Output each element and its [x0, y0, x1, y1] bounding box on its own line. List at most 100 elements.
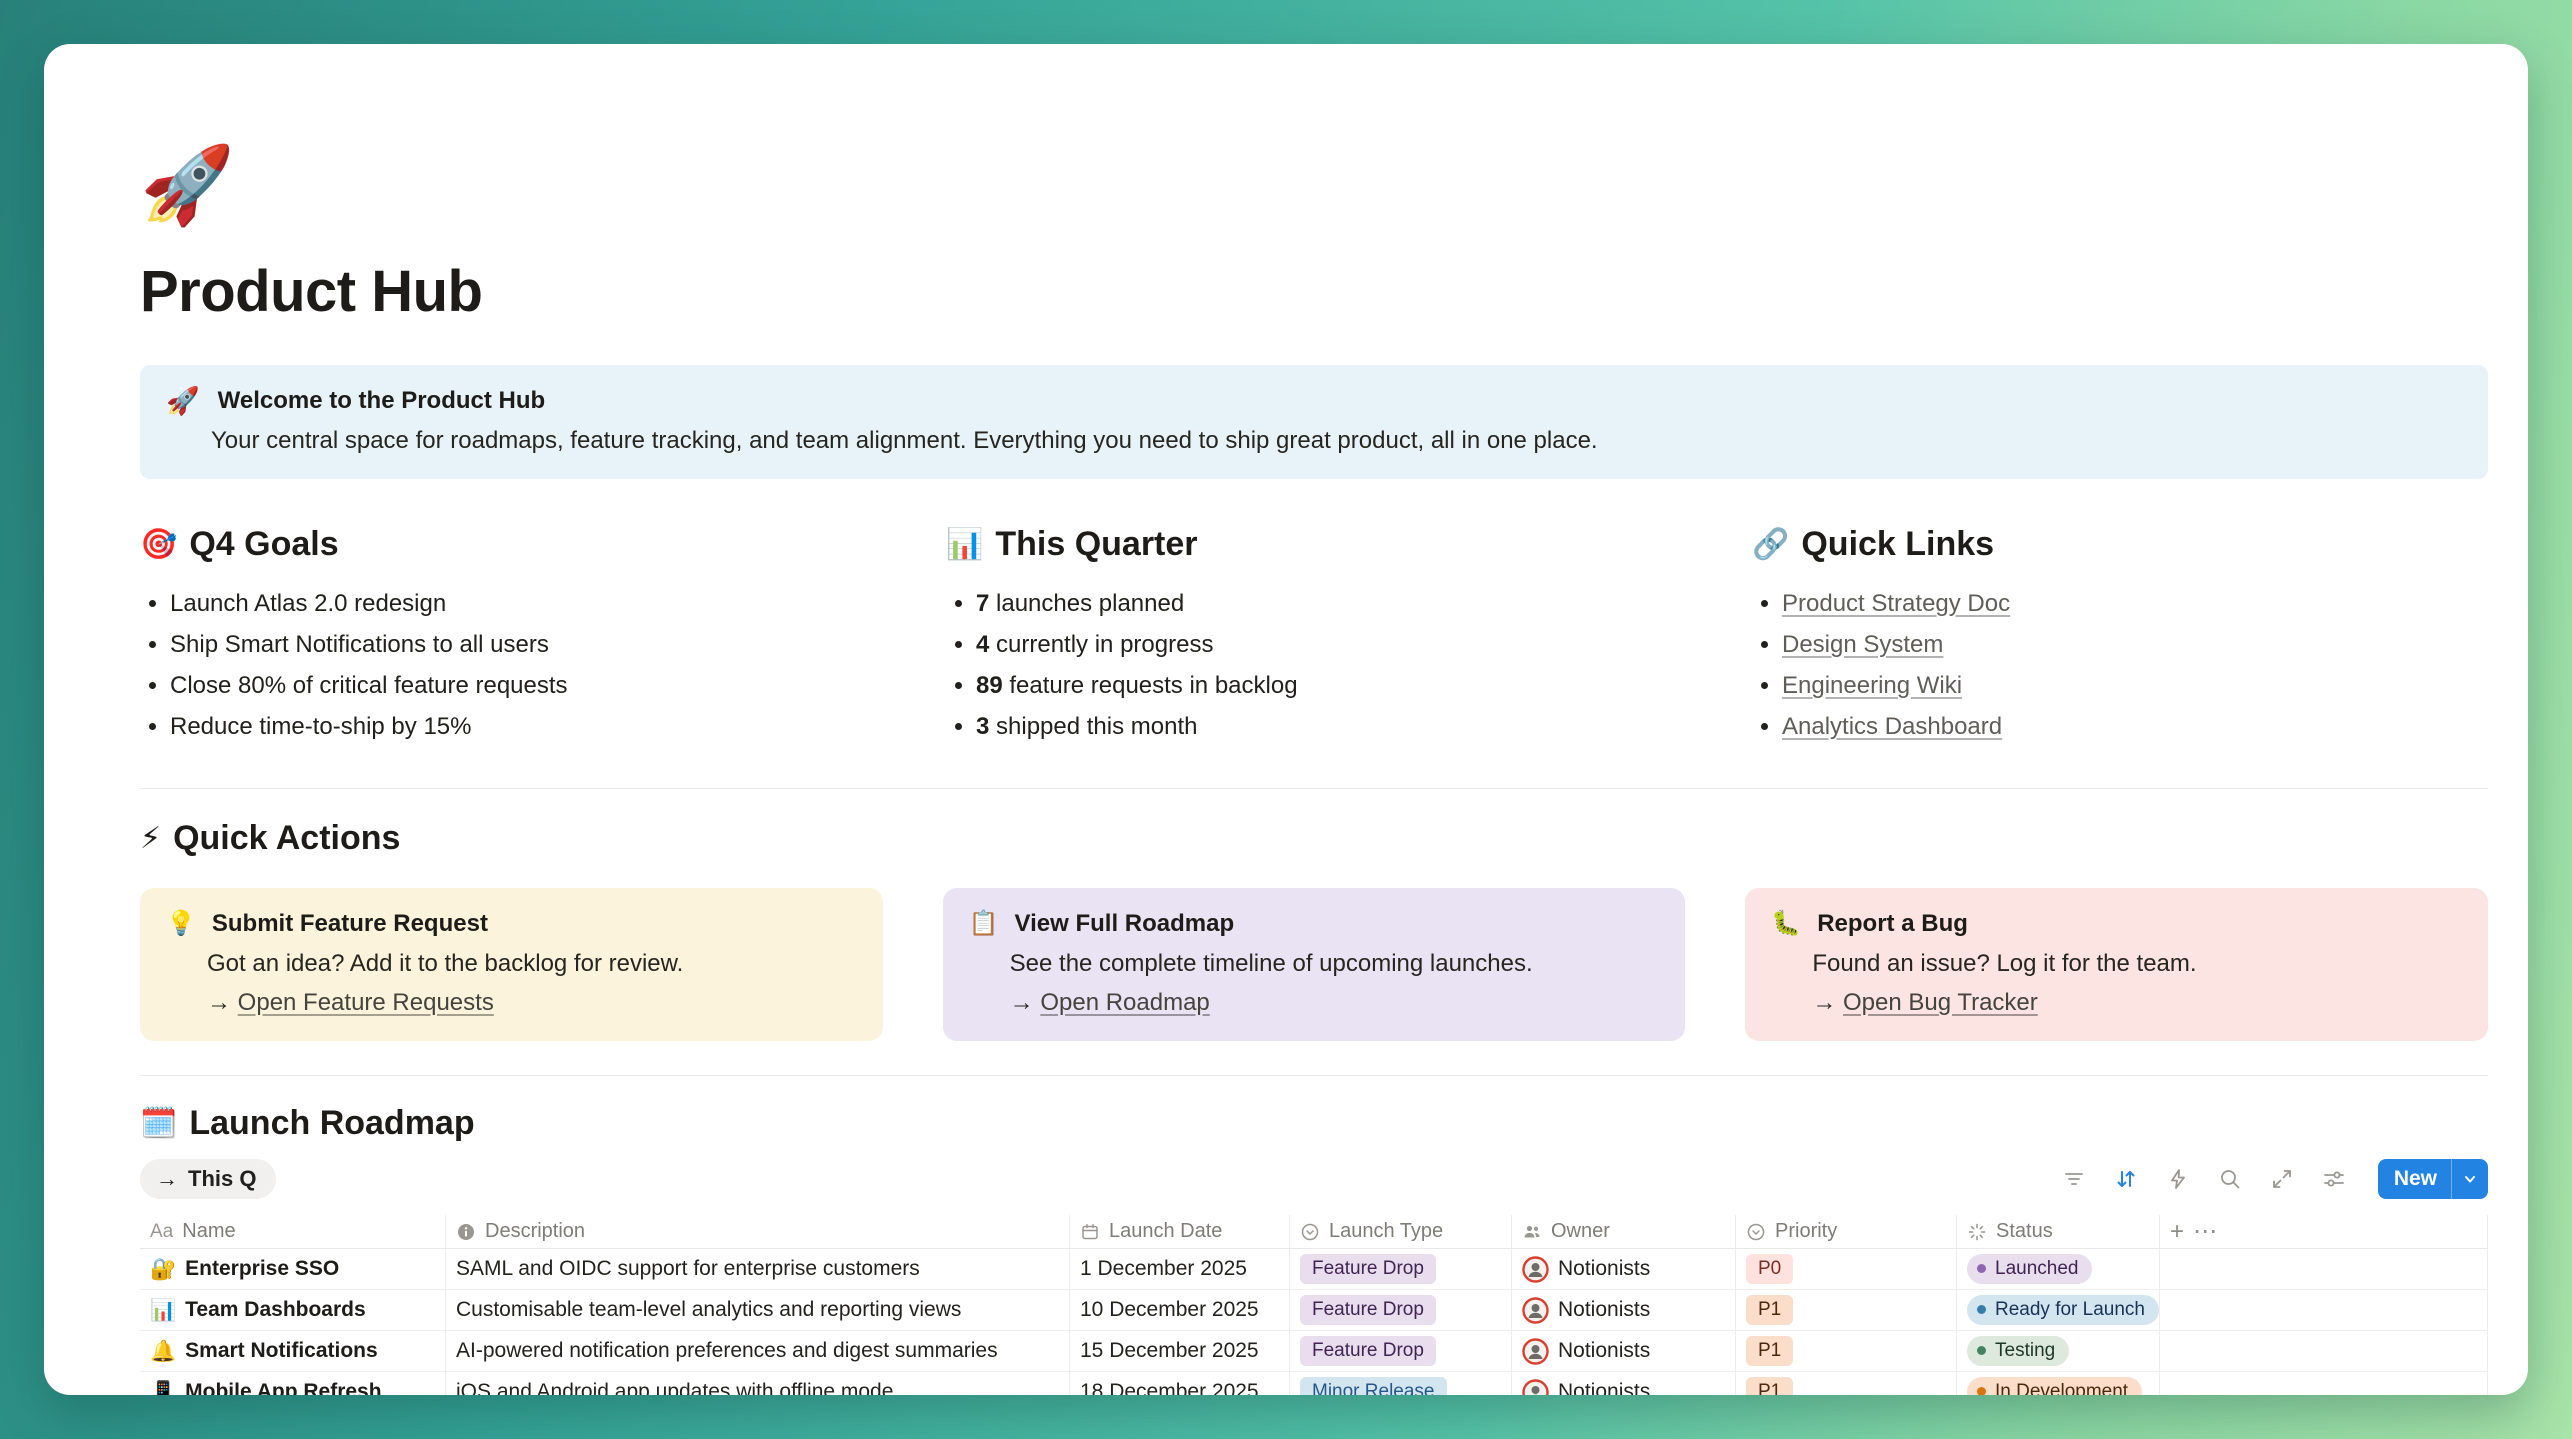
more-options-button[interactable]: ⋯ — [2193, 1217, 2217, 1246]
open-bug-tracker-link[interactable]: Open Bug Tracker — [1843, 989, 2038, 1016]
table-toolbar-row: → This Q New — [140, 1159, 2488, 1199]
new-button[interactable]: New — [2378, 1159, 2488, 1199]
select-icon — [1300, 1222, 1320, 1242]
stat-item: 3 shipped this month — [976, 713, 1682, 741]
launch-date-cell[interactable]: 15 December 2025 — [1070, 1331, 1290, 1371]
sort-icon[interactable] — [2114, 1167, 2138, 1191]
card-link-row: → Open Bug Tracker — [1812, 989, 2458, 1017]
expand-icon[interactable] — [2270, 1167, 2294, 1191]
priority-tag[interactable]: P0 — [1746, 1254, 1793, 1285]
priority-tag[interactable]: P1 — [1746, 1336, 1793, 1367]
launch-date-cell[interactable]: 10 December 2025 — [1070, 1290, 1290, 1330]
calendar-emoji-icon: 🗓️ — [140, 1109, 177, 1139]
avatar — [1522, 1338, 1549, 1365]
goal-item: Close 80% of critical feature requests — [170, 672, 876, 700]
view-tab-this-q[interactable]: → This Q — [140, 1159, 276, 1199]
link-product-strategy-doc[interactable]: Product Strategy Doc — [1782, 590, 2010, 617]
column-header-launch-date[interactable]: Launch Date — [1070, 1215, 1290, 1248]
status-badge[interactable]: Ready for Launch — [1967, 1295, 2159, 1326]
empty-cell — [2160, 1290, 2488, 1330]
column-header-owner[interactable]: Owner — [1512, 1215, 1736, 1248]
page-icon[interactable]: 🚀 — [140, 148, 2488, 224]
priority-cell[interactable]: P0 — [1736, 1249, 1957, 1289]
goal-item: Launch Atlas 2.0 redesign — [170, 590, 876, 618]
description-cell[interactable]: iOS and Android app updates with offline… — [446, 1372, 1070, 1395]
open-roadmap-link[interactable]: Open Roadmap — [1040, 989, 1209, 1016]
launch-type-tag[interactable]: Feature Drop — [1300, 1336, 1436, 1367]
launch-type-tag[interactable]: Feature Drop — [1300, 1254, 1436, 1285]
stat-item: 4 currently in progress — [976, 631, 1682, 659]
text-type-icon: Aa — [150, 1221, 173, 1243]
status-cell[interactable]: Testing — [1957, 1331, 2160, 1371]
owner-cell[interactable]: Notionists — [1512, 1249, 1736, 1289]
description-cell[interactable]: Customisable team-level analytics and re… — [446, 1290, 1070, 1330]
status-cell[interactable]: Launched — [1957, 1249, 2160, 1289]
launch-type-tag[interactable]: Minor Release — [1300, 1377, 1447, 1395]
column-header-priority[interactable]: Priority — [1736, 1215, 1957, 1248]
name-cell[interactable]: 📱Mobile App Refresh — [140, 1372, 446, 1395]
add-column-button[interactable]: + — [2170, 1218, 2184, 1246]
table-row: 📱Mobile App Refresh iOS and Android app … — [140, 1372, 2488, 1395]
this-quarter-title: This Quarter — [995, 525, 1197, 564]
chevron-down-icon[interactable] — [2451, 1159, 2488, 1199]
launch-type-cell[interactable]: Feature Drop — [1290, 1331, 1512, 1371]
settings-sliders-icon[interactable] — [2322, 1167, 2346, 1191]
launch-date-cell[interactable]: 18 December 2025 — [1070, 1372, 1290, 1395]
status-badge[interactable]: In Development — [1967, 1377, 2142, 1395]
description-cell[interactable]: SAML and OIDC support for enterprise cus… — [446, 1249, 1070, 1289]
priority-cell[interactable]: P1 — [1736, 1290, 1957, 1330]
stat-item: 89 feature requests in backlog — [976, 672, 1682, 700]
page-title: Product Hub — [140, 258, 2488, 325]
status-cell[interactable]: In Development — [1957, 1372, 2160, 1395]
description-cell[interactable]: AI-powered notification preferences and … — [446, 1331, 1070, 1371]
name-cell[interactable]: 🔐Enterprise SSO — [140, 1249, 446, 1289]
column-header-description[interactable]: Description — [446, 1215, 1070, 1248]
empty-cell — [2160, 1249, 2488, 1289]
arrow-icon: → — [156, 1166, 178, 1192]
launch-roadmap-title: Launch Roadmap — [189, 1104, 474, 1143]
owner-cell[interactable]: Notionists — [1512, 1331, 1736, 1371]
card-title: View Full Roadmap — [1015, 910, 1235, 938]
open-feature-requests-link[interactable]: Open Feature Requests — [238, 989, 494, 1016]
card-link-row: → Open Roadmap — [1010, 989, 1656, 1017]
link-engineering-wiki[interactable]: Engineering Wiki — [1782, 672, 1962, 699]
clipboard-icon: 📋 — [969, 912, 999, 936]
status-badge[interactable]: Launched — [1967, 1254, 2092, 1285]
column-header-status[interactable]: Status — [1957, 1215, 2160, 1248]
name-cell[interactable]: 🔔Smart Notifications — [140, 1331, 446, 1371]
card-body: Found an issue? Log it for the team. — [1812, 950, 2458, 978]
launch-type-cell[interactable]: Minor Release — [1290, 1372, 1512, 1395]
status-dot — [1977, 1346, 1986, 1355]
priority-tag[interactable]: P1 — [1746, 1295, 1793, 1326]
status-dot — [1977, 1387, 1986, 1395]
zap-icon[interactable] — [2166, 1167, 2190, 1191]
q4-goals-column: 🎯Q4 Goals Launch Atlas 2.0 redesign Ship… — [140, 525, 876, 754]
status-dot — [1977, 1305, 1986, 1314]
priority-tag[interactable]: P1 — [1746, 1377, 1793, 1395]
name-cell[interactable]: 📊Team Dashboards — [140, 1290, 446, 1330]
link-analytics-dashboard[interactable]: Analytics Dashboard — [1782, 713, 2002, 740]
welcome-callout: 🚀 Welcome to the Product Hub Your centra… — [140, 365, 2488, 479]
launch-type-cell[interactable]: Feature Drop — [1290, 1290, 1512, 1330]
card-body: Got an idea? Add it to the backlog for r… — [207, 950, 853, 978]
launch-date-cell[interactable]: 1 December 2025 — [1070, 1249, 1290, 1289]
calendar-icon — [1080, 1222, 1100, 1242]
empty-cell — [2160, 1372, 2488, 1395]
card-title: Report a Bug — [1817, 910, 1968, 938]
status-burst-icon — [1967, 1222, 1987, 1242]
column-header-launch-type[interactable]: Launch Type — [1290, 1215, 1512, 1248]
status-cell[interactable]: Ready for Launch — [1957, 1290, 2160, 1330]
status-badge[interactable]: Testing — [1967, 1336, 2069, 1367]
owner-cell[interactable]: Notionists — [1512, 1290, 1736, 1330]
link-design-system[interactable]: Design System — [1782, 631, 1943, 658]
card-body: See the complete timeline of upcoming la… — [1010, 950, 1656, 978]
quick-actions-title: Quick Actions — [173, 819, 400, 858]
launch-type-cell[interactable]: Feature Drop — [1290, 1249, 1512, 1289]
priority-cell[interactable]: P1 — [1736, 1372, 1957, 1395]
column-header-name[interactable]: AaName — [140, 1215, 446, 1248]
owner-cell[interactable]: Notionists — [1512, 1372, 1736, 1395]
launch-type-tag[interactable]: Feature Drop — [1300, 1295, 1436, 1326]
search-icon[interactable] — [2218, 1167, 2242, 1191]
filter-icon[interactable] — [2062, 1167, 2086, 1191]
priority-cell[interactable]: P1 — [1736, 1331, 1957, 1371]
